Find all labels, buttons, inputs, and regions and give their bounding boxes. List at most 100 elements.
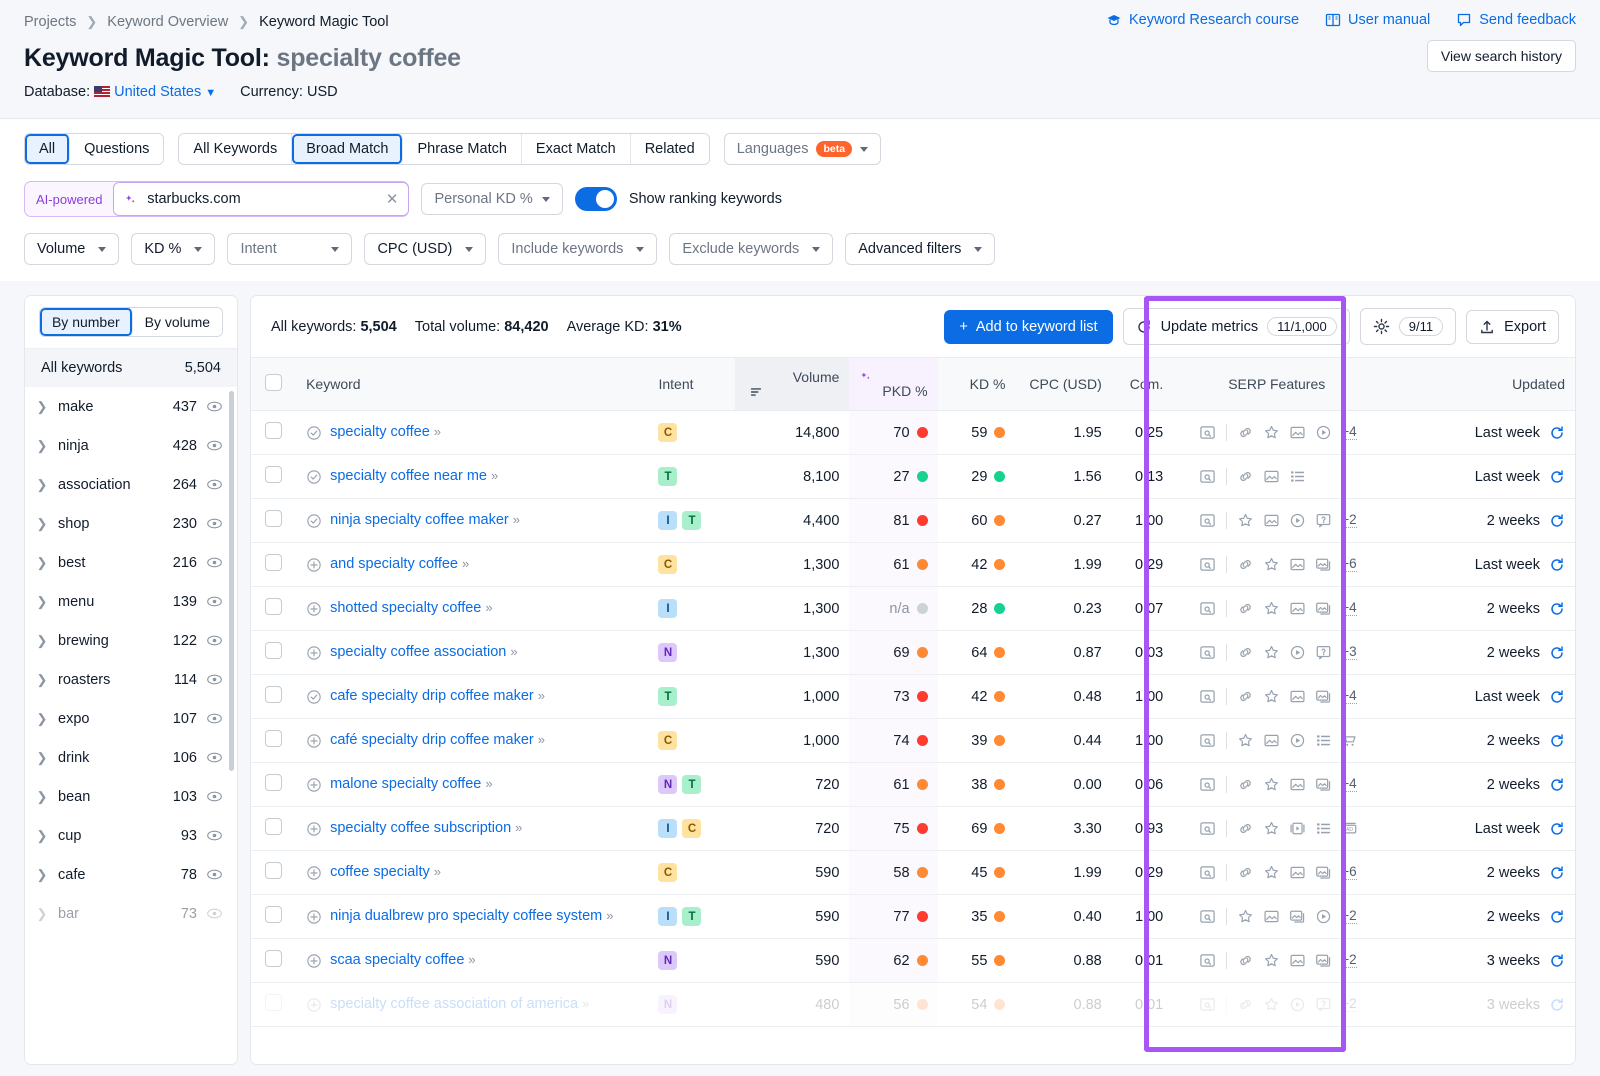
column-header-updated[interactable]: Updated — [1380, 358, 1575, 411]
keyword-link[interactable]: café specialty drip coffee maker» — [330, 731, 544, 751]
link-icon[interactable] — [1237, 820, 1254, 837]
link-icon[interactable] — [1237, 996, 1254, 1013]
image-icon[interactable] — [1289, 776, 1306, 793]
search-preview-icon[interactable] — [1199, 468, 1216, 485]
add-keyword-icon[interactable] — [306, 689, 322, 705]
filter-exact-match[interactable]: Exact Match — [522, 134, 631, 164]
refresh-icon[interactable] — [1549, 777, 1565, 793]
search-preview-icon[interactable] — [1199, 644, 1216, 661]
ad-icon[interactable]: AD — [1341, 820, 1358, 837]
search-preview-icon[interactable] — [1199, 908, 1216, 925]
image-pack-icon[interactable] — [1315, 556, 1332, 573]
sidebar-item-make[interactable]: ❯make437 — [25, 387, 237, 426]
link-icon[interactable] — [1237, 600, 1254, 617]
image-pack-icon[interactable] — [1315, 776, 1332, 793]
intent-badge-T[interactable]: T — [658, 467, 677, 486]
expand-keyword-icon[interactable]: » — [434, 864, 440, 879]
refresh-icon[interactable] — [1549, 469, 1565, 485]
add-keyword-icon[interactable] — [306, 513, 322, 529]
link-icon[interactable] — [1237, 952, 1254, 969]
keyword-link[interactable]: specialty coffee association» — [330, 643, 517, 663]
table-row[interactable]: café specialty drip coffee maker»C1,0007… — [251, 719, 1575, 763]
search-preview-icon[interactable] — [1199, 600, 1216, 617]
table-row[interactable]: scaa specialty coffee»N59062550.880.01+2… — [251, 939, 1575, 983]
refresh-icon[interactable] — [1549, 733, 1565, 749]
question-box-icon[interactable] — [1315, 644, 1332, 661]
sidebar-item-roasters[interactable]: ❯roasters114 — [25, 660, 237, 699]
eye-icon[interactable] — [206, 671, 223, 688]
table-row[interactable]: specialty coffee association of america»… — [251, 983, 1575, 1027]
column-header-pkd[interactable]: PKD % — [849, 358, 937, 411]
video-icon[interactable] — [1289, 732, 1306, 749]
refresh-icon[interactable] — [1549, 601, 1565, 617]
image-pack-icon[interactable] — [1315, 952, 1332, 969]
eye-icon[interactable] — [206, 554, 223, 571]
intent-badge-C[interactable]: C — [658, 423, 677, 442]
search-preview-icon[interactable] — [1199, 996, 1216, 1013]
expand-keyword-icon[interactable]: » — [468, 952, 474, 967]
expand-keyword-icon[interactable]: » — [434, 424, 440, 439]
table-row[interactable]: ninja dualbrew pro specialty coffee syst… — [251, 895, 1575, 939]
keyword-link[interactable]: and specialty coffee» — [330, 555, 468, 575]
filter-questions[interactable]: Questions — [70, 134, 163, 164]
image-pack-icon[interactable] — [1315, 688, 1332, 705]
row-checkbox[interactable] — [265, 862, 282, 879]
eye-icon[interactable] — [206, 710, 223, 727]
check-circle-icon[interactable] — [306, 689, 322, 705]
check-circle-icon[interactable] — [306, 425, 322, 441]
sidebar-item-drink[interactable]: ❯drink106 — [25, 738, 237, 777]
languages-dropdown[interactable]: Languages beta — [724, 133, 881, 165]
user-manual-link[interactable]: User manual — [1325, 12, 1430, 28]
intent-badge-I[interactable]: I — [658, 599, 677, 618]
list-icon[interactable] — [1289, 468, 1306, 485]
star-icon[interactable] — [1263, 952, 1280, 969]
video-icon[interactable] — [1289, 644, 1306, 661]
database-selector[interactable]: United States▼ — [94, 84, 216, 100]
row-checkbox[interactable] — [265, 730, 282, 747]
expand-keyword-icon[interactable]: » — [510, 644, 516, 659]
eye-icon[interactable] — [206, 749, 223, 766]
column-header-keyword[interactable]: Keyword — [296, 358, 644, 411]
exclude-keywords-filter[interactable]: Exclude keywords — [669, 233, 833, 265]
expand-keyword-icon[interactable]: » — [582, 996, 588, 1011]
refresh-icon[interactable] — [1549, 557, 1565, 573]
plus-circle-icon[interactable] — [306, 645, 322, 661]
keyword-link[interactable]: specialty coffee association of america» — [330, 995, 588, 1015]
serp-more-count[interactable]: +6 — [1341, 865, 1356, 881]
row-checkbox[interactable] — [265, 950, 282, 967]
expand-keyword-icon[interactable]: » — [491, 468, 497, 483]
keyword-link[interactable]: shotted specialty coffee» — [330, 599, 492, 619]
refresh-icon[interactable] — [1549, 513, 1565, 529]
plus-circle-icon[interactable] — [306, 557, 322, 573]
row-checkbox[interactable] — [265, 994, 282, 1011]
image-icon[interactable] — [1289, 424, 1306, 441]
image-pack-icon[interactable] — [1289, 908, 1306, 925]
sidebar-item-menu[interactable]: ❯menu139 — [25, 582, 237, 621]
plus-circle-icon[interactable] — [306, 601, 322, 617]
add-keyword-icon[interactable] — [306, 821, 322, 837]
video-icon[interactable] — [1289, 512, 1306, 529]
sort-by-volume-button[interactable]: By volume — [133, 308, 222, 336]
column-settings-button[interactable]: 9/11 — [1360, 308, 1456, 345]
link-icon[interactable] — [1237, 468, 1254, 485]
expand-keyword-icon[interactable]: » — [606, 908, 612, 923]
sidebar-item-ninja[interactable]: ❯ninja428 — [25, 426, 237, 465]
question-box-icon[interactable] — [1315, 996, 1332, 1013]
sidebar-item-shop[interactable]: ❯shop230 — [25, 504, 237, 543]
link-icon[interactable] — [1237, 688, 1254, 705]
cpc-filter[interactable]: CPC (USD) — [364, 233, 486, 265]
column-header-kd[interactable]: KD % — [938, 358, 1016, 411]
add-keyword-icon[interactable] — [306, 865, 322, 881]
serp-more-count[interactable]: +2 — [1341, 513, 1356, 529]
add-keyword-icon[interactable] — [306, 557, 322, 573]
intent-filter[interactable]: Intent — [227, 233, 352, 265]
refresh-icon[interactable] — [1549, 953, 1565, 969]
add-to-keyword-list-button[interactable]: + Add to keyword list — [944, 310, 1112, 344]
star-icon[interactable] — [1263, 864, 1280, 881]
shopping-cart-icon[interactable] — [1341, 732, 1358, 749]
serp-more-count[interactable]: +4 — [1341, 425, 1356, 441]
serp-more-count[interactable]: +2 — [1341, 997, 1356, 1013]
plus-circle-icon[interactable] — [306, 997, 322, 1013]
domain-input-wrapper[interactable]: ✕ — [113, 182, 409, 216]
add-keyword-icon[interactable] — [306, 733, 322, 749]
